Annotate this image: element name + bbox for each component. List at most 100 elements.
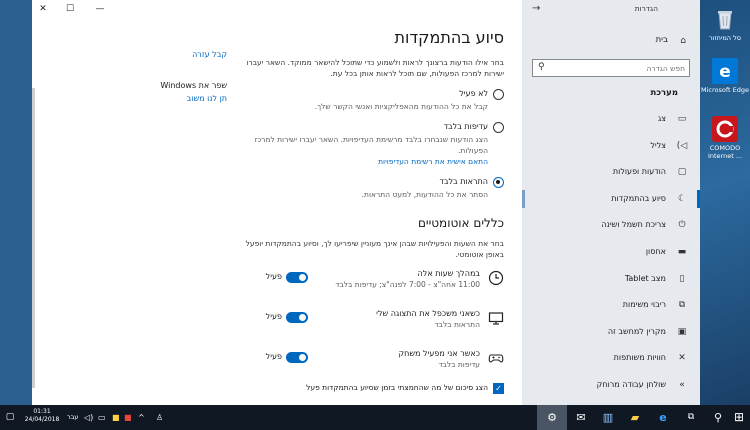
- rule-subtitle: התראות בלבד: [434, 320, 480, 329]
- sidebar-item-shared-experiences[interactable]: ✕ חוויות משותפות: [522, 345, 700, 372]
- option-label: התראות בלבד: [439, 177, 489, 186]
- home-icon: ⌂: [680, 36, 686, 46]
- edge-icon: e: [712, 58, 738, 84]
- sidebar-item-multitasking[interactable]: ⧉ ריבוי משימות: [522, 292, 700, 319]
- toggle-state: פעיל: [265, 352, 282, 361]
- chevron-up-icon[interactable]: ^: [138, 413, 145, 422]
- mail-icon[interactable]: ✉: [566, 405, 596, 430]
- radio-off[interactable]: [493, 89, 504, 100]
- people-icon[interactable]: ♙: [156, 413, 163, 422]
- storage-icon: ▬: [677, 246, 687, 257]
- desktop-icon-label: סל המיחזור: [708, 34, 742, 42]
- summary-option[interactable]: ✓ הצג סיכום של מה שהחמצתי בזמן שסיוע בהת…: [244, 382, 504, 396]
- search-input[interactable]: [555, 62, 685, 74]
- rule-hours-toggle[interactable]: [286, 272, 308, 283]
- radio-alarms-only[interactable]: [493, 177, 504, 188]
- improve-windows-title: שפר את Windows: [160, 81, 227, 90]
- rule-hours[interactable]: במהלך שעות אלה 11:00 אחה"צ - 7:00 לפנה"צ…: [244, 266, 504, 302]
- sidebar-item-label: צריכת חשמל ושינה: [601, 220, 666, 230]
- desktop-icon-edge[interactable]: e Microsoft Edge: [700, 58, 750, 94]
- taskbar: ▢ 01:31 24/04/2018 עבר ◁) ▭ ■ ■ ^ ♙ ⚙ ✉ …: [0, 405, 750, 430]
- search-icon[interactable]: ⚲: [538, 62, 545, 72]
- settings-window: ✕ ☐ — קבל עזרה שפר את Windows תן לנו משו…: [32, 0, 700, 405]
- home-label: בית: [655, 35, 668, 45]
- search-box[interactable]: ⚲: [532, 59, 690, 77]
- option-description: הסתר את כל ההודעות, למעט התראות.: [361, 190, 488, 199]
- sidebar-item-storage[interactable]: ▬ אחסון: [522, 239, 700, 266]
- taskbar-settings-app[interactable]: ⚙: [537, 405, 567, 430]
- option-label: לא פעיל: [459, 89, 488, 98]
- network-tray-icon[interactable]: ▭: [98, 413, 106, 422]
- toggle-state: פעיל: [265, 272, 282, 281]
- windows-start-icon[interactable]: ⊞: [728, 405, 750, 430]
- option-label: עדיפות בלבד: [443, 122, 488, 131]
- task-view-icon[interactable]: ⧉: [676, 405, 706, 430]
- page-description: בחר אילו הודעות ברצונך לראות ולשמוע כדי …: [246, 58, 504, 78]
- file-explorer-icon[interactable]: ▰: [620, 405, 650, 430]
- minimize-button[interactable]: —: [93, 2, 107, 16]
- sidebar-item-power[interactable]: ⏻ צריכת חשמל ושינה: [522, 212, 700, 239]
- sidebar-item-label: צליל: [650, 140, 666, 150]
- toggle-state: פעיל: [265, 312, 282, 321]
- option-description: הצג הודעות שנבחרו בלבד מרשימת העדיפויות.…: [254, 135, 488, 155]
- svg-text:e: e: [719, 62, 731, 82]
- desktop: סל המיחזור e Microsoft Edge COMODO Inter…: [700, 0, 750, 405]
- option-priority-only[interactable]: עדיפות בלבד הצג הודעות שנבחרו בלבד מרשימ…: [244, 121, 504, 167]
- summary-checkbox[interactable]: ✓: [493, 383, 504, 394]
- rule-title: כשאני משכפל את התצוגה שלי: [376, 309, 480, 318]
- rule-gaming-toggle[interactable]: [286, 352, 308, 363]
- sidebar-item-tablet[interactable]: ▯ מצב Tablet: [522, 266, 700, 293]
- sidebar-item-label: צג: [657, 114, 666, 123]
- sidebar-item-label: הודעות ופעולות: [612, 167, 666, 177]
- maximize-button[interactable]: ☐: [63, 2, 77, 16]
- sidebar-item-remote-desktop[interactable]: » שולחן עבודה מרוחק: [522, 372, 700, 399]
- option-description: קבל את כל ההודעות מהאפליקציות ואנשי הקשר…: [314, 102, 488, 111]
- speaker-tray-icon[interactable]: ◁): [84, 413, 93, 422]
- rule-duplicate-display[interactable]: כשאני משכפל את התצוגה שלי התראות בלבד פע…: [244, 306, 504, 342]
- sidebar-item-focus-assist[interactable]: ☾ סיוע בהתמקדות: [522, 186, 700, 213]
- rule-display-toggle[interactable]: [286, 312, 308, 323]
- app-tray-icon[interactable]: ■: [112, 413, 120, 422]
- radio-priority-only[interactable]: [493, 122, 504, 133]
- power-icon: ⏻: [678, 220, 686, 231]
- taskbar-clock[interactable]: 01:31 24/04/2018: [22, 408, 62, 424]
- desktop-icon-recycle-bin[interactable]: סל המיחזור: [700, 6, 750, 42]
- rule-text: במהלך שעות אלה 11:00 אחה"צ - 7:00 לפנה"צ…: [330, 268, 480, 290]
- content-scrollbar[interactable]: [32, 88, 35, 388]
- language-indicator[interactable]: עבר: [67, 413, 79, 421]
- rule-text: כשאני משכפל את התצוגה שלי התראות בלבד: [330, 308, 480, 330]
- edge-taskbar-icon[interactable]: e: [648, 405, 678, 430]
- clock-date: 24/04/2018: [24, 416, 60, 423]
- notification-center-icon[interactable]: ▢: [0, 405, 20, 430]
- sidebar-header: הגדרות →: [522, 0, 700, 18]
- sidebar-item-label: מקרין למחשב זה: [607, 326, 666, 336]
- close-button[interactable]: ✕: [36, 2, 50, 16]
- sidebar-item-home[interactable]: ⌂ בית: [540, 35, 690, 47]
- rules-title: כללים אוטומטיים: [417, 216, 504, 230]
- sidebar-item-notifications[interactable]: ▢ הודעות ופעולות: [522, 159, 700, 186]
- desktop-icon-comodo[interactable]: COMODO Internet ...: [700, 116, 750, 160]
- sidebar-item-projecting[interactable]: ▣ מקרין למחשב זה: [522, 319, 700, 346]
- clock-time: 01:31: [33, 408, 51, 415]
- option-off[interactable]: לא פעיל קבל את כל ההודעות מהאפליקציות וא…: [244, 88, 504, 112]
- back-arrow-icon[interactable]: →: [532, 3, 540, 14]
- shared-icon: ✕: [678, 353, 686, 364]
- comodo-icon: [712, 116, 738, 142]
- sidebar-item-label: מצב Tablet: [624, 273, 666, 283]
- customize-priority-link[interactable]: התאם אישית את רשימת העדיפויות: [244, 156, 488, 167]
- feedback-link[interactable]: תן לנו משוב: [117, 94, 227, 103]
- sidebar-item-display[interactable]: ▭ צג: [522, 106, 700, 133]
- rule-subtitle: עדיפות בלבד: [438, 360, 480, 369]
- comodo-tray-icon[interactable]: ■: [124, 413, 132, 422]
- option-alarms-only[interactable]: התראות בלבד הסתר את כל ההודעות, למעט התר…: [244, 176, 504, 200]
- clock-icon: [488, 270, 504, 286]
- rule-gaming[interactable]: כאשר אני מפעיל משחק עדיפות בלבד פעיל: [244, 346, 504, 382]
- store-icon[interactable]: ▥: [593, 405, 623, 430]
- sidebar-item-sound[interactable]: ◁) צליל: [522, 133, 700, 160]
- gamepad-icon: [488, 350, 504, 366]
- display-icon: ▭: [677, 114, 687, 124]
- multitask-icon: ⧉: [678, 300, 686, 311]
- title-bar: ✕ ☐ —: [32, 0, 522, 18]
- get-help-link[interactable]: קבל עזרה: [117, 50, 227, 59]
- summary-label: הצג סיכום של מה שהחמצתי בזמן שסיוע בהתמק…: [306, 383, 488, 392]
